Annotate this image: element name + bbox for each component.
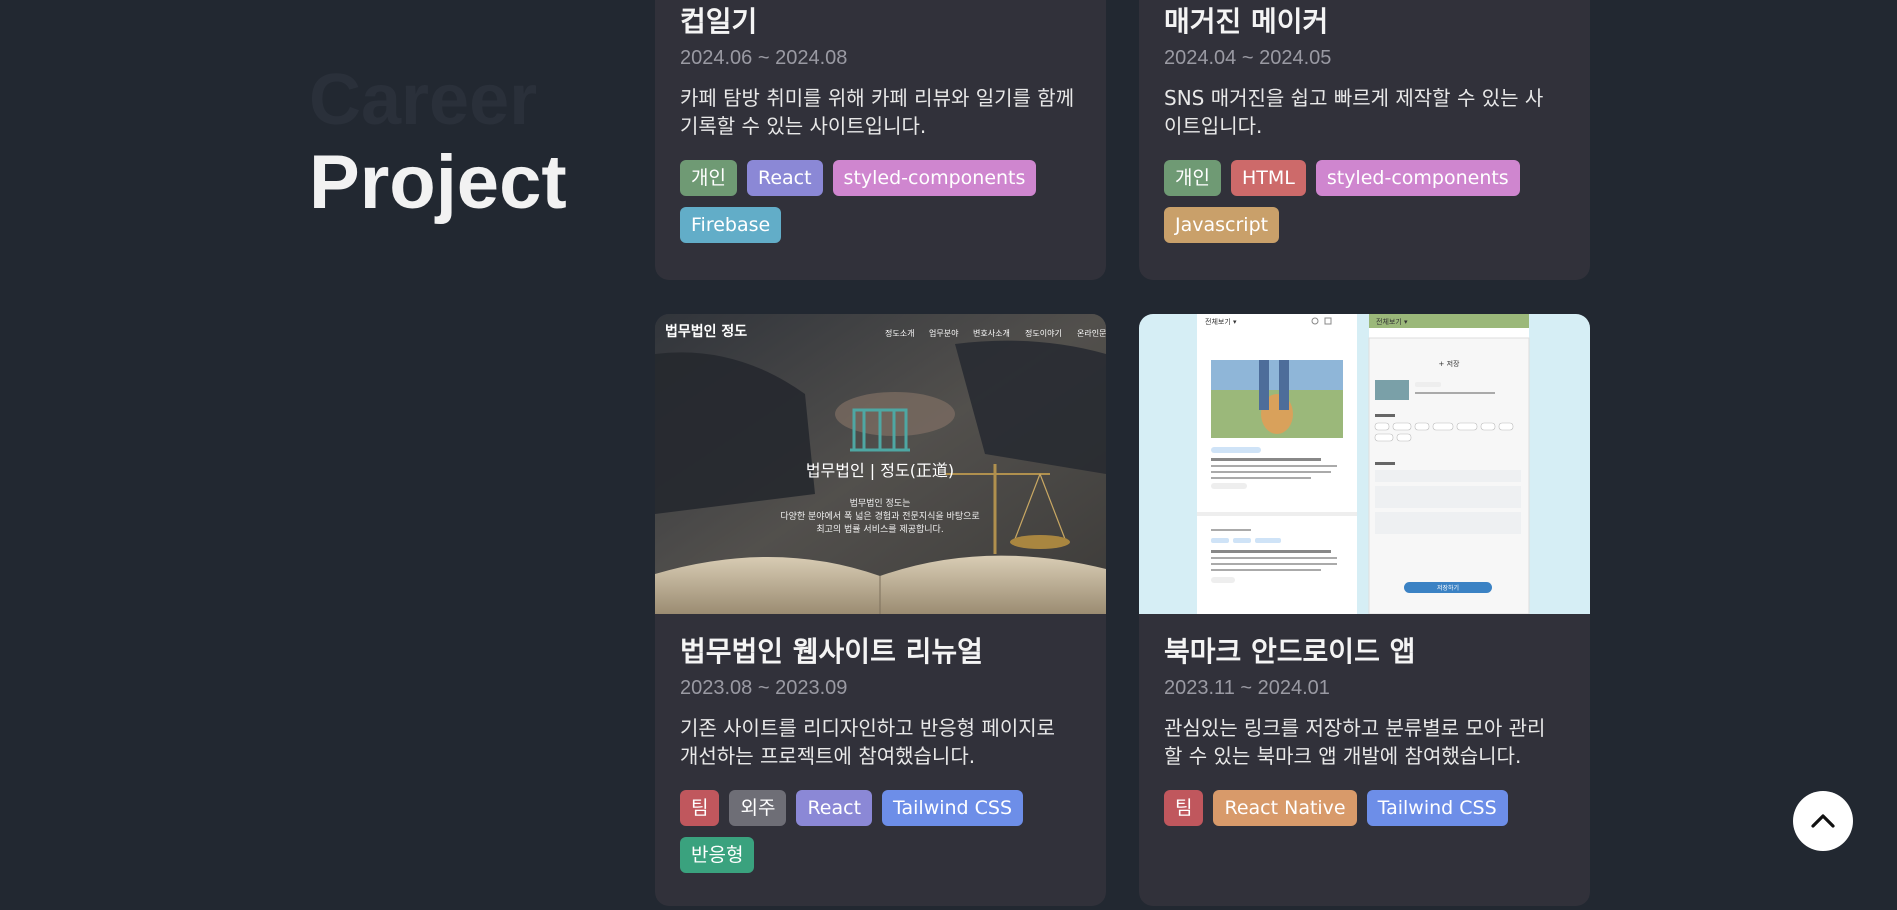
tag-team: 팀 xyxy=(680,790,720,826)
tag-react-native: React Native xyxy=(1213,790,1357,826)
dialog-save-button: 저장하기 xyxy=(1437,584,1459,592)
tag-outsourced: 외주 xyxy=(729,790,787,826)
tag-react: React xyxy=(746,160,823,196)
phone-header: 전체보기 ▾ xyxy=(1376,317,1408,326)
chevron-up-icon xyxy=(1811,814,1835,828)
thumbnail-nav-item: 업무분야 xyxy=(929,328,959,338)
thumbnail-nav-item: 온라인문 xyxy=(1077,328,1106,338)
tag-styled-components: styled-components xyxy=(1315,160,1520,196)
card-description: 관심있는 링크를 저장하고 분류별로 모아 관리 할 수 있는 북마크 앱 개발… xyxy=(1164,714,1565,770)
project-thumbnail-law-firm: 법무법인 정도 정도소개 업무분야 변호사소개 정도이야기 온라인문 법무법인 … xyxy=(655,314,1106,614)
tag-styled-components: styled-components xyxy=(832,160,1037,196)
desc-line: 개선하는 프로젝트에 참여했습니다. xyxy=(680,744,976,768)
tag-list: 개인 React styled-components Firebase xyxy=(680,160,1080,243)
card-title: 북마크 안드로이드 앱 xyxy=(1164,635,1416,668)
scroll-top-button[interactable] xyxy=(1793,791,1853,851)
project-card-bookmark-app[interactable]: 전체보기 ▾ 전체보기 ▾ + 저장 저장하기 북마크 안드로이드 앱 2023… xyxy=(1139,314,1590,906)
tag-list: 팀 React Native Tailwind CSS xyxy=(1164,790,1564,826)
card-description: 카페 탐방 취미를 위해 카페 리뷰와 일기를 함께 기록할 수 있는 사이트입… xyxy=(680,84,1081,140)
thumbnail-hero-line: 최고의 법률 서비스를 제공합니다. xyxy=(816,524,943,535)
thumbnail-logo: 법무법인 정도 xyxy=(665,323,747,340)
card-date: 2023.11 ~ 2024.01 xyxy=(1164,677,1330,699)
tag-javascript: Javascript xyxy=(1164,207,1280,243)
project-thumbnail-bookmark-app: 전체보기 ▾ 전체보기 ▾ + 저장 저장하기 xyxy=(1139,314,1590,614)
desc-line: SNS 매거진을 쉽고 빠르게 제작할 수 있는 사 xyxy=(1164,86,1544,110)
dialog-title: + 저장 xyxy=(1439,359,1461,368)
tag-personal: 개인 xyxy=(680,160,737,196)
tag-personal: 개인 xyxy=(1164,160,1221,196)
phone-header: 전체보기 ▾ xyxy=(1205,317,1237,326)
thumbnail-nav-item: 정도이야기 xyxy=(1025,328,1062,338)
desc-line: 카페 탐방 취미를 위해 카페 리뷰와 일기를 함께 xyxy=(680,86,1075,110)
card-date: 2024.06 ~ 2024.08 xyxy=(680,47,848,69)
tag-list: 개인 HTML styled-components Javascript xyxy=(1164,160,1564,243)
project-card-cup-diary[interactable]: 컵일기 2024.06 ~ 2024.08 카페 탐방 취미를 위해 카페 리뷰… xyxy=(655,0,1106,280)
desc-line: 이트입니다. xyxy=(1164,114,1263,138)
heading-career: Career xyxy=(309,60,538,140)
desc-line: 기록할 수 있는 사이트입니다. xyxy=(680,114,927,138)
card-title: 컵일기 xyxy=(680,5,758,38)
card-description: SNS 매거진을 쉽고 빠르게 제작할 수 있는 사 이트입니다. xyxy=(1164,84,1565,140)
section-heading: Career Project xyxy=(309,60,567,228)
project-card-law-firm[interactable]: 법무법인 정도 정도소개 업무분야 변호사소개 정도이야기 온라인문 법무법인 … xyxy=(655,314,1106,906)
thumbnail-nav-item: 정도소개 xyxy=(885,328,914,338)
card-date: 2024.04 ~ 2024.05 xyxy=(1164,47,1332,69)
desc-line: 기존 사이트를 리디자인하고 반응형 페이지로 xyxy=(680,716,1056,740)
thumbnail-nav-item: 변호사소개 xyxy=(973,328,1010,338)
tag-tailwind: Tailwind CSS xyxy=(1366,790,1508,826)
tag-html: HTML xyxy=(1230,160,1306,196)
tag-react: React xyxy=(796,790,873,826)
card-title: 법무법인 웹사이트 리뉴얼 xyxy=(680,635,983,668)
tag-tailwind: Tailwind CSS xyxy=(882,790,1024,826)
heading-project: Project xyxy=(309,140,567,225)
thumbnail-hero-line: 법무법인 정도는 xyxy=(850,498,911,509)
thumbnail-hero-title: 법무법인 | 정도(正道) xyxy=(806,461,954,480)
card-title: 매거진 메이커 xyxy=(1164,5,1329,38)
tag-firebase: Firebase xyxy=(680,207,782,243)
desc-line: 할 수 있는 북마크 앱 개발에 참여했습니다. xyxy=(1164,744,1522,768)
tag-team: 팀 xyxy=(1164,790,1204,826)
card-date: 2023.08 ~ 2023.09 xyxy=(680,677,848,699)
card-description: 기존 사이트를 리디자인하고 반응형 페이지로 개선하는 프로젝트에 참여했습니… xyxy=(680,714,1081,770)
desc-line: 관심있는 링크를 저장하고 분류별로 모아 관리 xyxy=(1164,716,1546,740)
tag-responsive: 반응형 xyxy=(680,837,755,873)
tag-list: 팀 외주 React Tailwind CSS 반응형 xyxy=(680,790,1080,873)
thumbnail-hero-line: 다양한 분야에서 폭 넓은 경험과 전문지식을 바탕으로 xyxy=(780,510,979,522)
project-card-magazine-maker[interactable]: 매거진 메이커 2024.04 ~ 2024.05 SNS 매거진을 쉽고 빠르… xyxy=(1139,0,1590,280)
